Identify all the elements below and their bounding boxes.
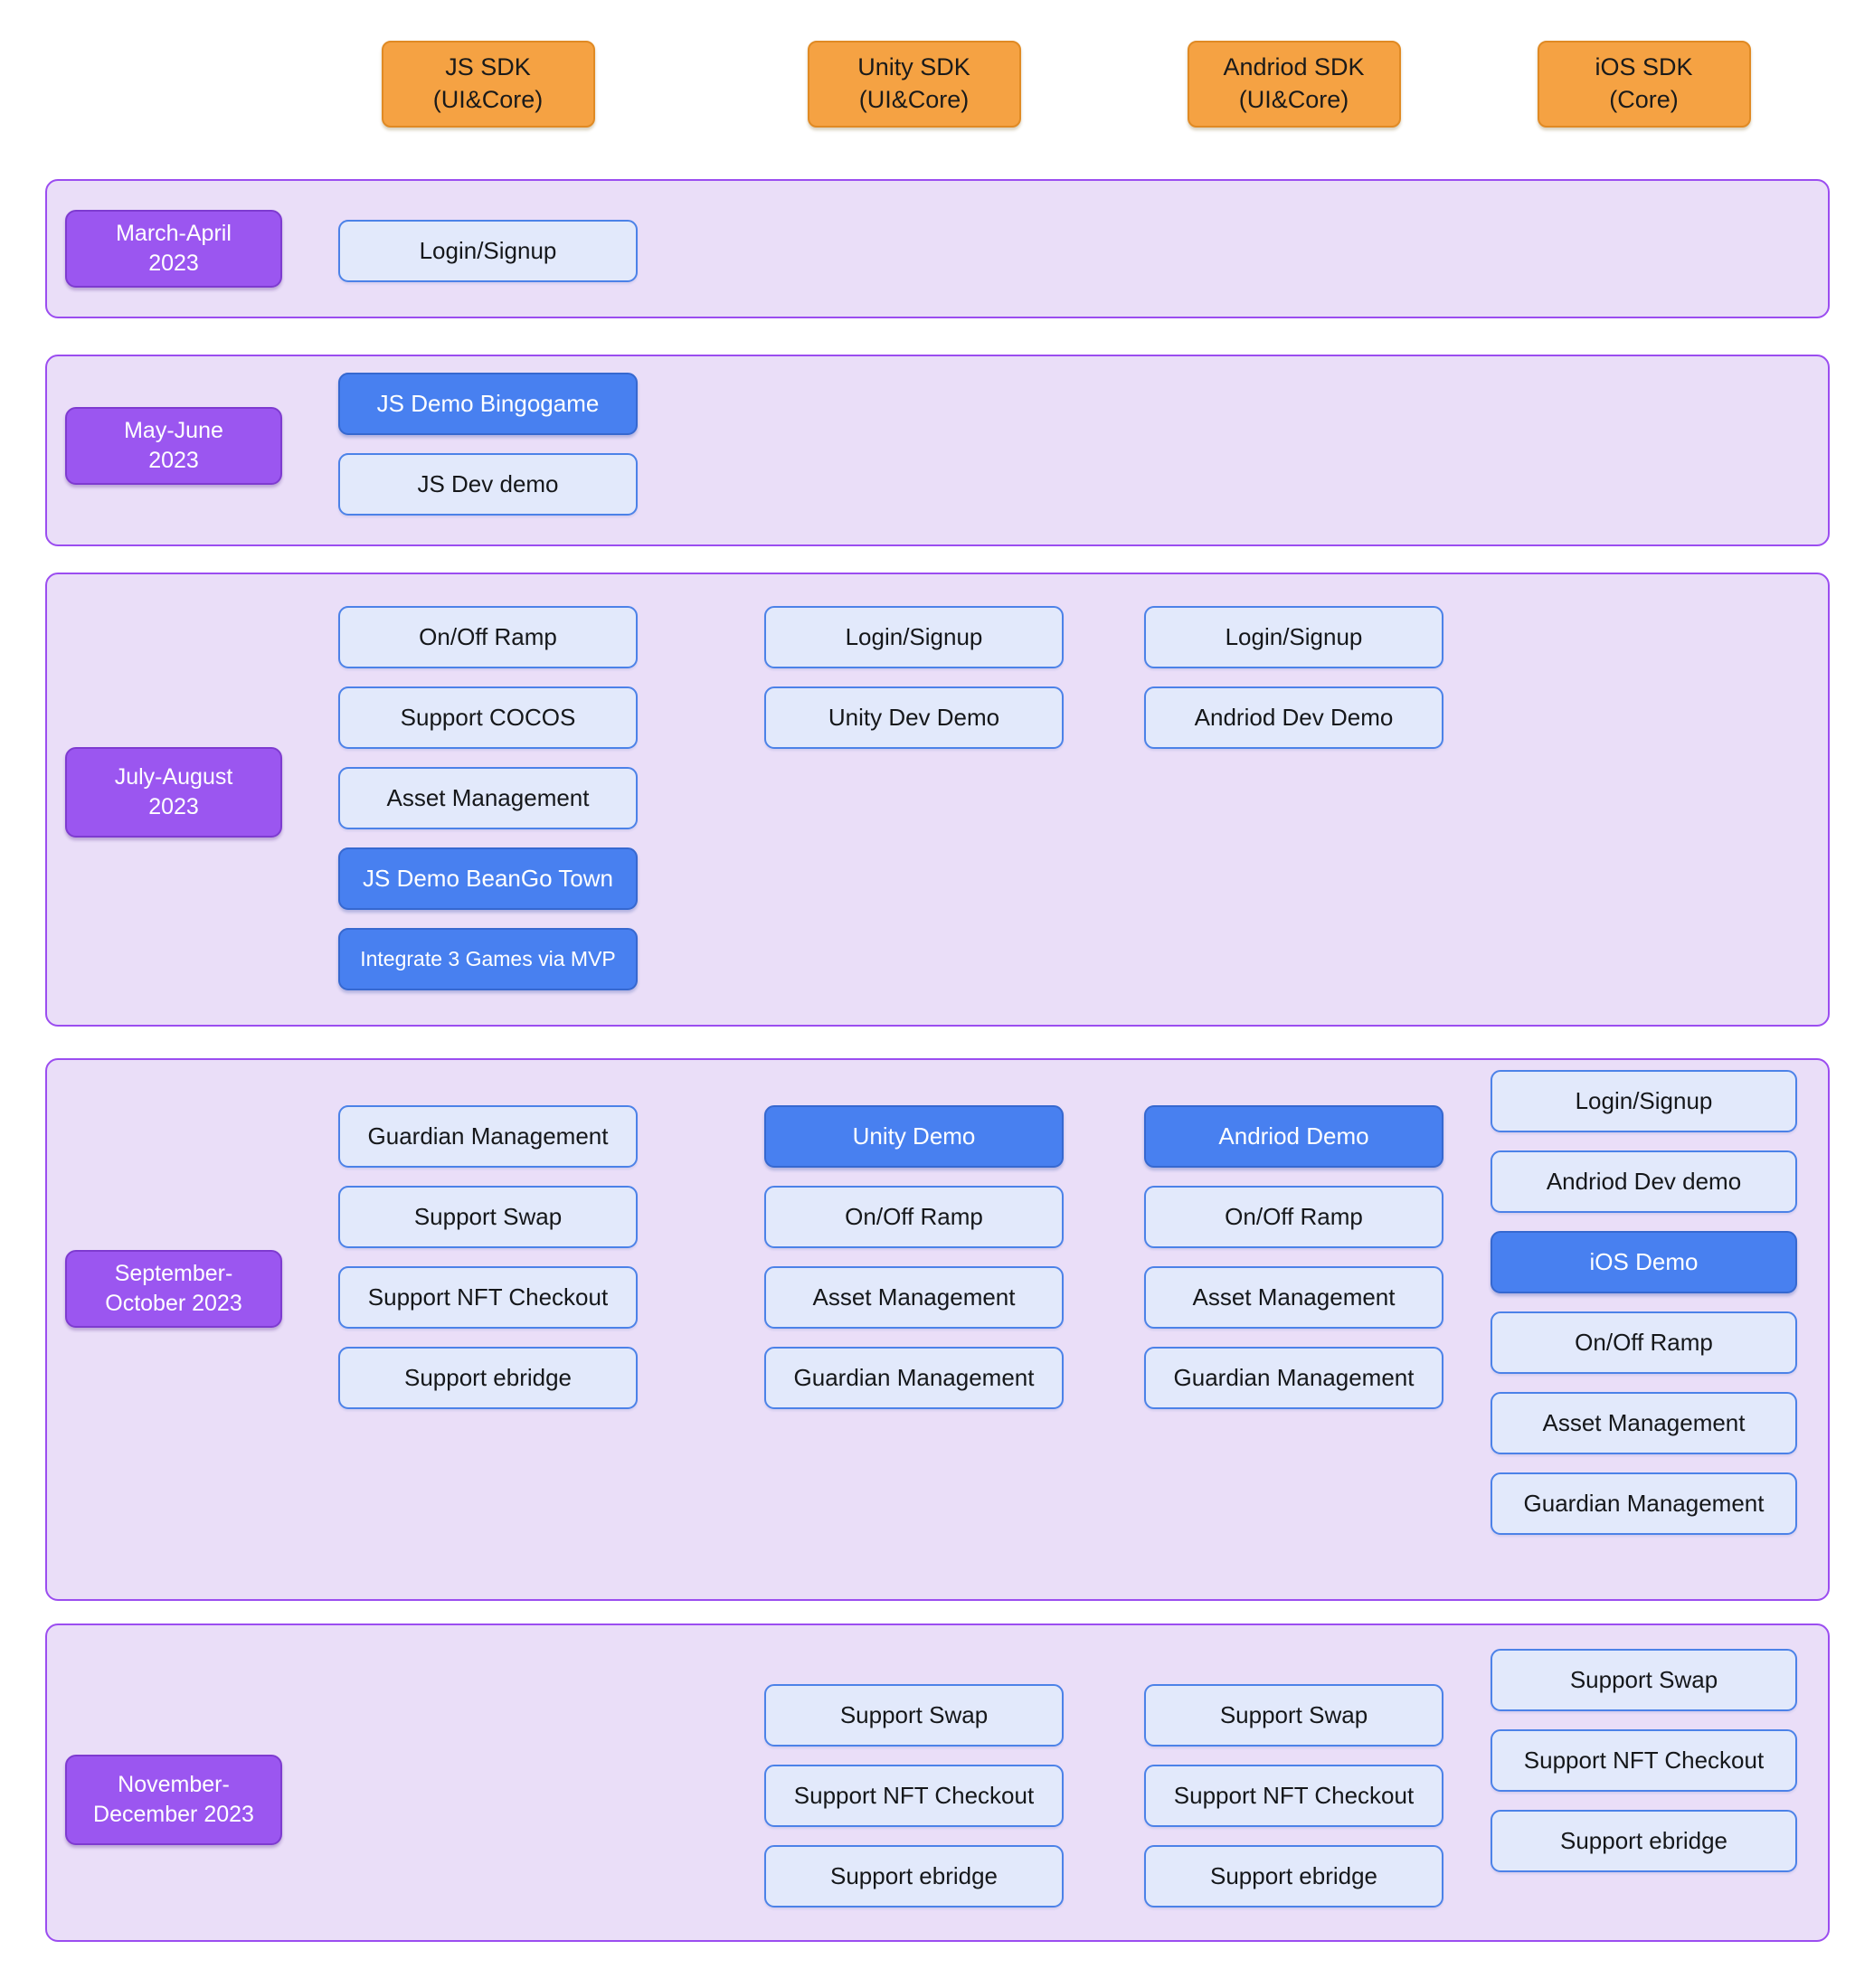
task-box[interactable]: JS Dev demo [338, 453, 638, 516]
task-box[interactable]: Login/Signup [764, 606, 1064, 668]
task-box[interactable]: Guardian Management [338, 1105, 638, 1168]
task-box[interactable]: Login/Signup [1491, 1070, 1797, 1132]
platform-header-name: JS SDK [445, 53, 531, 81]
period-label-line1: July-August [114, 763, 233, 790]
period-label-chip: July-August 2023 [65, 747, 282, 838]
task-box[interactable]: On/Off Ramp [1144, 1186, 1443, 1248]
timeline-row [45, 355, 1830, 546]
platform-header-js-sdk: JS SDK (UI&Core) [381, 41, 595, 128]
task-box[interactable]: Asset Management [1491, 1392, 1797, 1454]
task-box[interactable]: Support ebridge [1491, 1810, 1797, 1872]
task-box[interactable]: Support Swap [1491, 1649, 1797, 1711]
period-label-line2: 2023 [148, 794, 199, 819]
sdk-roadmap-diagram: JS SDK (UI&Core) Unity SDK (UI&Core) Andriod… [0, 0, 1874, 1988]
period-label-line2: December 2023 [93, 1802, 254, 1827]
task-box[interactable]: Guardian Management [764, 1347, 1064, 1409]
task-box[interactable]: Support Swap [1144, 1684, 1443, 1747]
task-box[interactable]: Asset Management [338, 767, 638, 829]
task-box[interactable]: Support NFT Checkout [1491, 1729, 1797, 1792]
task-box[interactable]: On/Off Ramp [764, 1186, 1064, 1248]
task-box[interactable]: Guardian Management [1144, 1347, 1443, 1409]
period-label-line2: 2023 [148, 448, 199, 473]
platform-header-scope: (UI&Core) [432, 86, 544, 113]
task-box[interactable]: Support Swap [338, 1186, 638, 1248]
task-box[interactable]: Integrate 3 Games via MVP [338, 928, 638, 990]
task-box[interactable]: Unity Dev Demo [764, 686, 1064, 749]
period-label-chip: March-April 2023 [65, 210, 282, 288]
task-box[interactable]: Andriod Demo [1144, 1105, 1443, 1168]
platform-header-ios-sdk: iOS SDK (Core) [1537, 41, 1751, 128]
period-label-chip: November- December 2023 [65, 1755, 282, 1845]
timeline-row [45, 179, 1830, 318]
platform-header-name: Unity SDK [857, 53, 970, 81]
period-label-line1: March-April [116, 220, 232, 246]
period-label-line1: May-June [124, 417, 223, 443]
task-box[interactable]: JS Demo BeanGo Town [338, 847, 638, 910]
platform-header-scope: (UI&Core) [1238, 86, 1349, 113]
platform-header-band: JS SDK (UI&Core) Unity SDK (UI&Core) Andriod… [0, 0, 1874, 172]
task-box[interactable]: Andriod Dev Demo [1144, 686, 1443, 749]
task-box[interactable]: Support NFT Checkout [1144, 1765, 1443, 1827]
period-label-line1: November- [118, 1771, 230, 1797]
period-label-line2: October 2023 [105, 1291, 242, 1316]
platform-header-scope: (Core) [1609, 86, 1679, 113]
task-box[interactable]: Asset Management [1144, 1266, 1443, 1329]
task-box[interactable]: Support Swap [764, 1684, 1064, 1747]
task-box[interactable]: Support COCOS [338, 686, 638, 749]
platform-header-name: iOS SDK [1595, 53, 1693, 81]
period-label-line2: 2023 [148, 251, 199, 276]
task-box[interactable]: Guardian Management [1491, 1472, 1797, 1535]
period-label-chip: September- October 2023 [65, 1250, 282, 1328]
task-box[interactable]: Support ebridge [764, 1845, 1064, 1908]
platform-header-name: Andriod SDK [1223, 53, 1365, 81]
period-label-chip: May-June 2023 [65, 407, 282, 485]
task-box[interactable]: Andriod Dev demo [1491, 1150, 1797, 1213]
task-box[interactable]: On/Off Ramp [1491, 1311, 1797, 1374]
task-box[interactable]: Support ebridge [1144, 1845, 1443, 1908]
task-box[interactable]: On/Off Ramp [338, 606, 638, 668]
task-box[interactable]: Login/Signup [338, 220, 638, 282]
task-box[interactable]: JS Demo Bingogame [338, 373, 638, 435]
platform-header-unity-sdk: Unity SDK (UI&Core) [807, 41, 1021, 128]
platform-header-scope: (UI&Core) [858, 86, 970, 113]
period-label-line1: September- [114, 1260, 233, 1286]
task-box[interactable]: Unity Demo [764, 1105, 1064, 1168]
task-box[interactable]: Support NFT Checkout [338, 1266, 638, 1329]
platform-header-andriod-sdk: Andriod SDK (UI&Core) [1187, 41, 1401, 128]
task-box[interactable]: Support ebridge [338, 1347, 638, 1409]
task-box[interactable]: Login/Signup [1144, 606, 1443, 668]
task-box[interactable]: iOS Demo [1491, 1231, 1797, 1293]
task-box[interactable]: Support NFT Checkout [764, 1765, 1064, 1827]
task-box[interactable]: Asset Management [764, 1266, 1064, 1329]
